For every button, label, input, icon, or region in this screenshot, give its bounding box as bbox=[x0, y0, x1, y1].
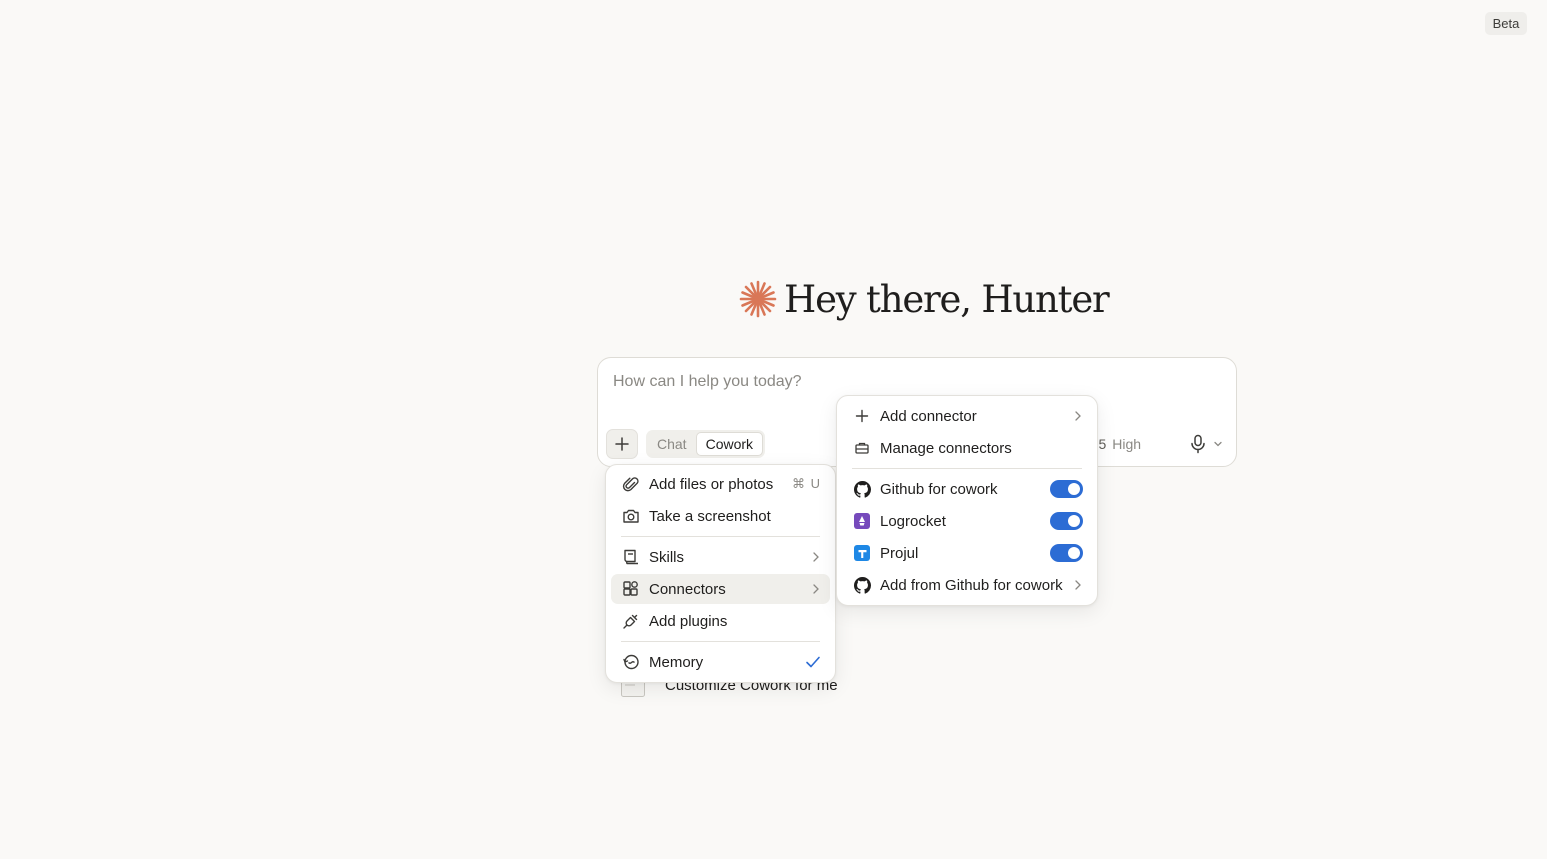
menu-item-add-connector[interactable]: Add connector bbox=[842, 401, 1092, 431]
chevron-down-icon[interactable] bbox=[1213, 439, 1223, 449]
menu-item-label: Skills bbox=[649, 548, 685, 566]
paperclip-icon bbox=[622, 475, 640, 493]
connector-github[interactable]: Github for cowork bbox=[842, 474, 1092, 504]
menu-item-label: Take a screenshot bbox=[649, 507, 771, 525]
menu-item-label: Projul bbox=[880, 544, 919, 562]
shortcut-hint: ⌘ U bbox=[792, 476, 821, 491]
menu-item-label: Add plugins bbox=[649, 612, 728, 630]
projul-icon bbox=[853, 544, 871, 562]
chevron-right-icon bbox=[811, 583, 821, 595]
mode-chat-option[interactable]: Chat bbox=[648, 432, 696, 456]
chevron-right-icon bbox=[811, 551, 821, 563]
menu-item-add-files[interactable]: Add files or photos ⌘ U bbox=[611, 469, 830, 499]
menu-item-label: Add connector bbox=[880, 407, 977, 425]
plus-icon bbox=[853, 407, 871, 425]
chevron-right-icon bbox=[1073, 410, 1083, 422]
connector-projul[interactable]: Projul bbox=[842, 538, 1092, 568]
connectors-submenu: Add connector Manage connectors Github f… bbox=[836, 395, 1098, 606]
menu-item-connectors[interactable]: Connectors bbox=[611, 574, 830, 604]
menu-item-manage-connectors[interactable]: Manage connectors bbox=[842, 433, 1092, 463]
menu-item-skills[interactable]: Skills bbox=[611, 542, 830, 572]
camera-icon bbox=[622, 507, 640, 525]
menu-item-screenshot[interactable]: Take a screenshot bbox=[611, 501, 830, 531]
menu-item-label: Connectors bbox=[649, 580, 726, 598]
chevron-right-icon bbox=[1073, 579, 1083, 591]
menu-divider bbox=[852, 468, 1082, 469]
briefcase-icon bbox=[853, 439, 871, 457]
menu-item-memory[interactable]: Memory bbox=[611, 647, 830, 677]
menu-item-label: Memory bbox=[649, 653, 704, 671]
plus-icon bbox=[615, 437, 629, 451]
connector-logrocket[interactable]: Logrocket bbox=[842, 506, 1092, 536]
menu-item-label: Add files or photos bbox=[649, 475, 774, 493]
microphone-icon[interactable] bbox=[1189, 434, 1207, 454]
beta-badge: Beta bbox=[1485, 12, 1527, 35]
skills-icon bbox=[622, 548, 640, 566]
greeting: Hey there, Hunter bbox=[738, 274, 1110, 324]
greeting-title: Hey there, Hunter bbox=[784, 277, 1110, 321]
logrocket-icon bbox=[853, 512, 871, 530]
add-attachment-button[interactable] bbox=[606, 429, 638, 459]
github-icon bbox=[853, 480, 871, 498]
attachment-menu: Add files or photos ⌘ U Take a screensho… bbox=[605, 464, 836, 683]
mode-toggle: Chat Cowork bbox=[646, 430, 766, 458]
logrocket-toggle[interactable] bbox=[1050, 512, 1083, 530]
github-icon bbox=[853, 576, 871, 594]
prompt-input[interactable] bbox=[613, 373, 1173, 391]
memory-icon bbox=[622, 653, 640, 671]
connectors-icon bbox=[622, 580, 640, 598]
menu-item-label: Github for cowork bbox=[880, 480, 998, 498]
menu-divider bbox=[621, 641, 820, 642]
plug-icon bbox=[622, 612, 640, 630]
mode-cowork-option[interactable]: Cowork bbox=[695, 432, 764, 456]
menu-item-label: Add from Github for cowork bbox=[880, 576, 1063, 594]
checkmark-icon bbox=[805, 655, 821, 669]
github-toggle[interactable] bbox=[1050, 480, 1083, 498]
menu-item-add-from-github[interactable]: Add from Github for cowork bbox=[842, 570, 1092, 600]
effort-level: High bbox=[1112, 436, 1142, 452]
claude-spark-icon bbox=[739, 280, 777, 318]
menu-item-label: Logrocket bbox=[880, 512, 946, 530]
projul-toggle[interactable] bbox=[1050, 544, 1083, 562]
menu-item-add-plugins[interactable]: Add plugins bbox=[611, 606, 830, 636]
menu-divider bbox=[621, 536, 820, 537]
menu-item-label: Manage connectors bbox=[880, 439, 1012, 457]
